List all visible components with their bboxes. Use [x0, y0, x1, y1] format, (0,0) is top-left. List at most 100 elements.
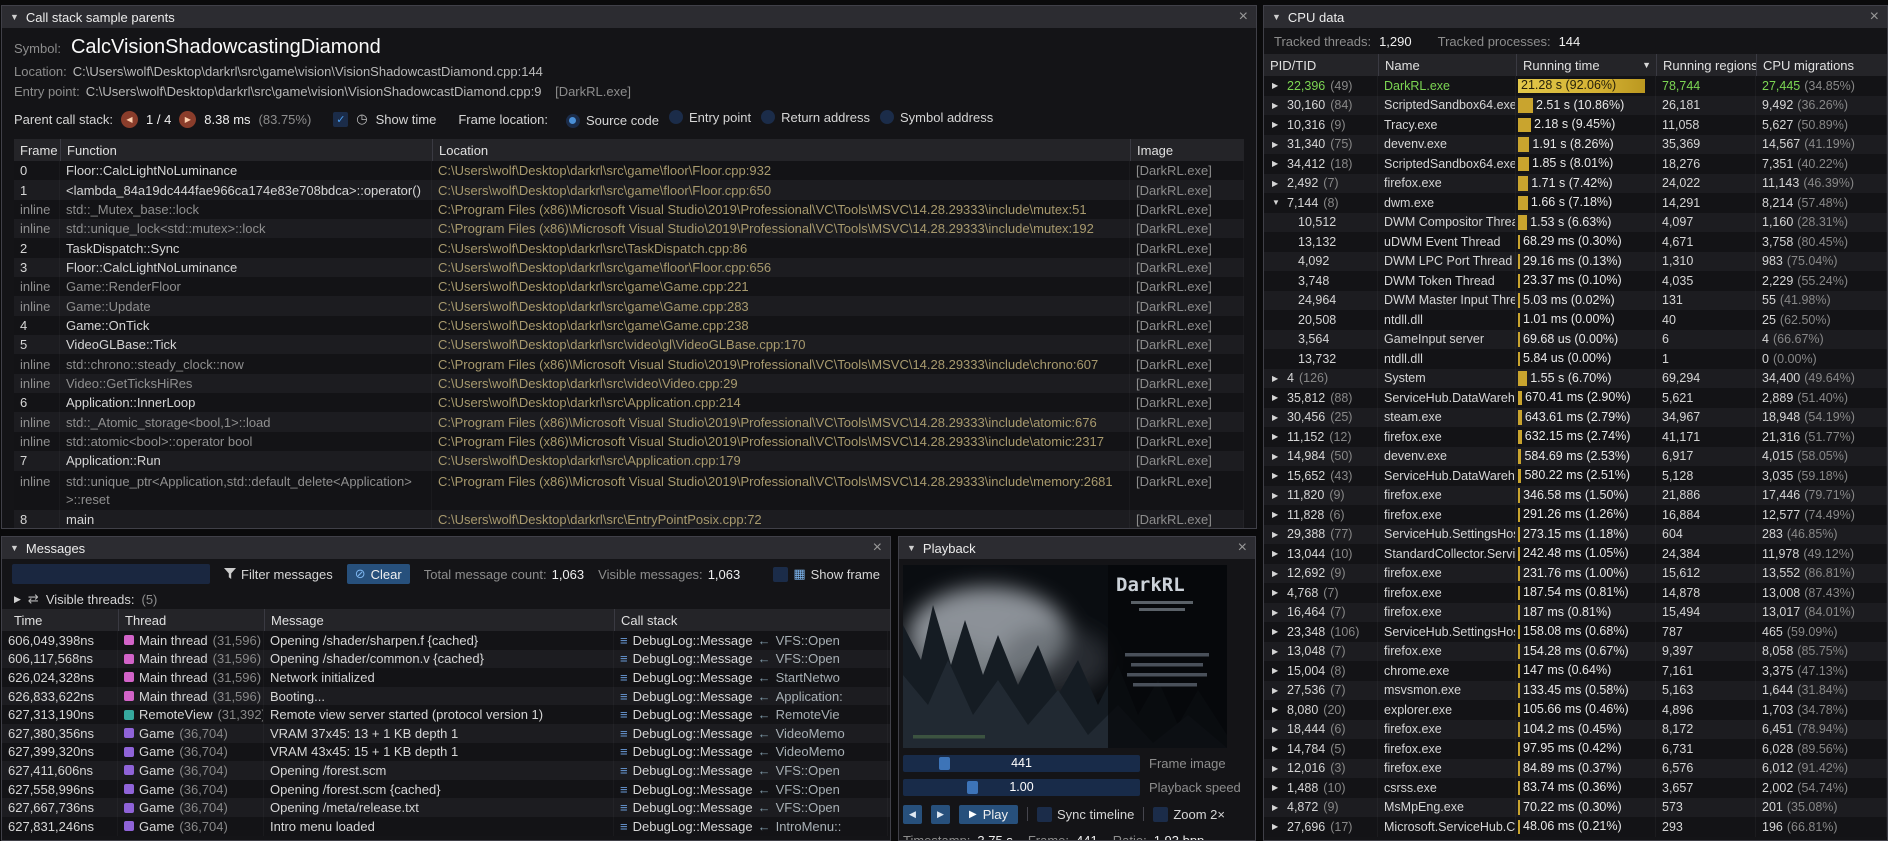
expand-expander-icon[interactable]: ▶ [1272, 686, 1282, 695]
process-row[interactable]: ▶34,412(18)ScriptedSandbox64.exe1.85 s (… [1264, 154, 1887, 174]
expand-expander-icon[interactable]: ▶ [1272, 452, 1282, 461]
message-row[interactable]: 626,024,328nsMain thread(31,596)Network … [2, 668, 890, 687]
process-row[interactable]: 13,132uDWM Event Thread68.29 ms (0.30%)4… [1264, 232, 1887, 252]
expand-expander-icon[interactable]: ▶ [1272, 725, 1282, 734]
radio-return-address[interactable]: Return address [761, 110, 870, 125]
expand-expander-icon[interactable]: ▶ [1272, 101, 1282, 110]
collapse-icon[interactable]: ▼ [10, 543, 19, 553]
message-row[interactable]: 627,313,190nsRemoteView(31,392)Remote vi… [2, 705, 890, 724]
callstack-cell[interactable]: ≡DebugLog::Message←VFS::Open [614, 631, 888, 650]
expand-expander-icon[interactable]: ▶ [1272, 803, 1282, 812]
message-row[interactable]: 627,558,996nsGame(36,704)Opening /forest… [2, 780, 890, 799]
collapse-icon[interactable]: ▼ [907, 543, 916, 553]
process-row[interactable]: ▶8,080(20)explorer.exe105.66 ms (0.46%)4… [1264, 700, 1887, 720]
column-header-location[interactable]: Location [432, 139, 1130, 161]
expand-expander-icon[interactable]: ▶ [1272, 510, 1282, 519]
callstack-frame-row[interactable]: 7Application::RunC:\Users\wolf\Desktop\d… [14, 451, 1244, 470]
sync-timeline-checkbox[interactable]: Sync timeline [1037, 807, 1134, 822]
radio-symbol-address[interactable]: Symbol address [880, 110, 993, 125]
column-header-time[interactable]: Time [2, 609, 118, 631]
collapse-expander-icon[interactable]: ▼ [1272, 198, 1282, 207]
callstack-frame-row[interactable]: 1<lambda_84a19dc444fae966ca174e83e708bdc… [14, 180, 1244, 199]
column-header-cpu-migrations[interactable]: CPU migrations [1756, 54, 1887, 76]
expand-expander-icon[interactable]: ▶ [1272, 432, 1282, 441]
prev-parent-button[interactable]: ◀ [121, 111, 138, 128]
process-row[interactable]: ▶15,004(8)chrome.exe147 ms (0.64%)7,1613… [1264, 661, 1887, 681]
expand-expander-icon[interactable]: ▶ [1272, 81, 1282, 90]
expand-expander-icon[interactable]: ▶ [1272, 549, 1282, 558]
process-row[interactable]: ▶16,464(7)firefox.exe187 ms (0.81%)15,49… [1264, 603, 1887, 623]
play-button[interactable]: ▶ Play [959, 805, 1018, 824]
callstack-frame-row[interactable]: inlinestd::_Mutex_base::lockC:\Program F… [14, 200, 1244, 219]
callstack-frame-row[interactable]: inlinestd::chrono::steady_clock::nowC:\P… [14, 354, 1244, 373]
process-row[interactable]: ▶11,828(6)firefox.exe291.26 ms (1.26%)16… [1264, 505, 1887, 525]
expand-expander-icon[interactable]: ▶ [1272, 491, 1282, 500]
callstack-frame-row[interactable]: 4Game::OnTickC:\Users\wolf\Desktop\darkr… [14, 316, 1244, 335]
process-row[interactable]: ▶12,692(9)firefox.exe231.76 ms (1.00%)15… [1264, 564, 1887, 584]
callstack-frame-row[interactable]: inlinestd::atomic<bool>::operator boolC:… [14, 432, 1244, 451]
next-frame-button[interactable]: ▶ [931, 805, 950, 824]
close-icon[interactable]: × [1238, 540, 1247, 556]
radio-source-code[interactable]: Source code [566, 113, 659, 128]
column-header-thread[interactable]: Thread [118, 609, 264, 631]
callstack-cell[interactable]: ≡DebugLog::Message←VFS::Open [614, 798, 888, 817]
process-row[interactable]: ▶2,492(7)firefox.exe1.71 s (7.42%)24,022… [1264, 174, 1887, 194]
callstack-frame-row[interactable]: inlinestd::unique_ptr<Application,std::d… [14, 471, 1244, 510]
message-row[interactable]: 627,831,246nsGame(36,704)Intro menu load… [2, 817, 890, 836]
close-icon[interactable]: × [873, 540, 882, 556]
callstack-frame-row[interactable]: 8mainC:\Users\wolf\Desktop\darkrl\src\En… [14, 510, 1244, 529]
process-row[interactable]: ▶4,768(7)firefox.exe187.54 ms (0.81%)14,… [1264, 583, 1887, 603]
callstack-cell[interactable]: ≡DebugLog::Message←VFS::Open [614, 650, 888, 669]
column-header-name[interactable]: Name [1378, 54, 1516, 76]
clear-button[interactable]: ⊘ Clear [347, 564, 410, 584]
process-row[interactable]: 20,508ntdll.dll1.01 ms (0.00%)4025(62.50… [1264, 310, 1887, 330]
expand-expander-icon[interactable]: ▶ [1272, 608, 1282, 617]
column-header-running-regions[interactable]: Running regions [1656, 54, 1756, 76]
column-header-image[interactable]: Image [1130, 139, 1244, 161]
process-row[interactable]: ▶11,152(12)firefox.exe632.15 ms (2.74%)4… [1264, 427, 1887, 447]
callstack-frame-row[interactable]: inlineGame::UpdateC:\Users\wolf\Desktop\… [14, 296, 1244, 315]
process-row[interactable]: ▶15,652(43)ServiceHub.DataWarehou580.22 … [1264, 466, 1887, 486]
column-header-message[interactable]: Message [264, 609, 614, 631]
callstack-cell[interactable]: ≡DebugLog::Message←RemoteVie [614, 705, 888, 724]
process-row[interactable]: 3,564GameInput server69.68 us (0.00%)64(… [1264, 330, 1887, 350]
column-header-running-time[interactable]: Running time▼ [1516, 54, 1656, 76]
column-header-pid[interactable]: PID/TID [1264, 54, 1378, 76]
process-row[interactable]: ▶14,784(5)firefox.exe97.95 ms (0.42%)6,7… [1264, 739, 1887, 759]
expand-expander-icon[interactable]: ▶ [1272, 588, 1282, 597]
column-header-frame[interactable]: Frame [14, 139, 60, 161]
callstack-frame-row[interactable]: 0Floor::CalcLightNoLuminanceC:\Users\wol… [14, 161, 1244, 180]
expand-expander-icon[interactable]: ▶ [1272, 627, 1282, 636]
process-row[interactable]: ▶12,016(3)firefox.exe84.89 ms (0.37%)6,5… [1264, 759, 1887, 779]
expand-expander-icon[interactable]: ▶ [1272, 530, 1282, 539]
process-row[interactable]: 24,964DWM Master Input Threa5.03 ms (0.0… [1264, 291, 1887, 311]
close-icon[interactable]: × [1239, 9, 1248, 25]
expand-expander-icon[interactable]: ▶ [1272, 647, 1282, 656]
message-row[interactable]: 627,411,606nsGame(36,704)Opening /forest… [2, 761, 890, 780]
process-row[interactable]: ▶18,444(6)firefox.exe104.2 ms (0.45%)8,1… [1264, 720, 1887, 740]
callstack-frame-row[interactable]: inlinestd::_Atomic_storage<bool,1>::load… [14, 412, 1244, 431]
callstack-frame-row[interactable]: 6Application::InnerLoopC:\Users\wolf\Des… [14, 393, 1244, 412]
message-row[interactable]: 606,049,398nsMain thread(31,596)Opening … [2, 631, 890, 650]
playback-speed-slider[interactable]: 1.00 [903, 779, 1140, 796]
process-row[interactable]: ▶13,048(7)firefox.exe154.28 ms (0.67%)9,… [1264, 642, 1887, 662]
process-row[interactable]: ▶30,456(25)steam.exe643.61 ms (2.79%)34,… [1264, 408, 1887, 428]
column-header-function[interactable]: Function [60, 139, 432, 161]
process-row[interactable]: 3,748DWM Token Thread23.37 ms (0.10%)4,0… [1264, 271, 1887, 291]
callstack-frame-row[interactable]: inlinestd::unique_lock<std::mutex>::lock… [14, 219, 1244, 238]
process-row[interactable]: ▶14,984(50)devenv.exe584.69 ms (2.53%)6,… [1264, 447, 1887, 467]
expand-expander-icon[interactable]: ▶ [1272, 705, 1282, 714]
collapse-icon[interactable]: ▼ [1272, 12, 1281, 22]
process-row[interactable]: 13,732ntdll.dll5.84 us (0.00%)10(0.00%) [1264, 349, 1887, 369]
expand-expander-icon[interactable]: ▶ [1272, 413, 1282, 422]
collapse-icon[interactable]: ▼ [10, 12, 19, 22]
process-row[interactable]: ▶30,160(84)ScriptedSandbox64.exe2.51 s (… [1264, 96, 1887, 116]
expand-expander-icon[interactable]: ▶ [1272, 744, 1282, 753]
expand-expander-icon[interactable]: ▶ [1272, 471, 1282, 480]
threads-expander-icon[interactable]: ▶ [14, 594, 21, 605]
prev-frame-button[interactable]: ◀ [903, 805, 922, 824]
messages-titlebar[interactable]: ▼ Messages × [2, 537, 890, 559]
message-row[interactable]: 627,380,356nsGame(36,704)VRAM 37x45: 13 … [2, 724, 890, 743]
callstack-frame-row[interactable]: 3Floor::CalcLightNoLuminanceC:\Users\wol… [14, 258, 1244, 277]
process-row[interactable]: ▶22,396(49)DarkRL.exe21.28 s (92.06%)78,… [1264, 76, 1887, 96]
